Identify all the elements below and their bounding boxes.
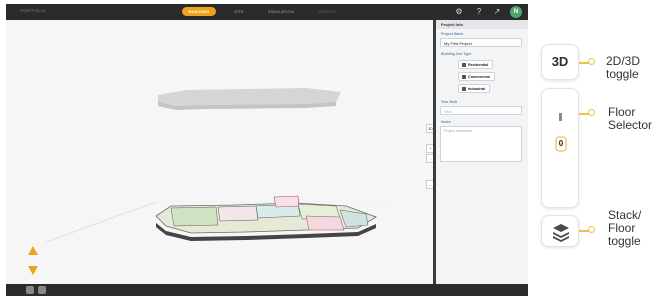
app-window: PORTFOLIO BUILDING SITE SIMULATION REPOR…	[6, 4, 528, 296]
ground-guide-line	[45, 201, 157, 243]
type-label: Industrial	[468, 87, 486, 91]
share-icon[interactable]: ↗	[492, 7, 502, 17]
type-commercial-button[interactable]: Commercial	[458, 72, 495, 81]
tab-building[interactable]: BUILDING	[182, 7, 216, 16]
year-built-input[interactable]: Year	[440, 106, 522, 115]
floor-up-icon[interactable]	[28, 246, 38, 255]
type-residential-button[interactable]: Residential	[458, 60, 494, 69]
floor-selector-annotation: Floor Selector	[608, 106, 652, 132]
annotation-line: toggle	[608, 234, 641, 248]
type-label: Commercial	[468, 75, 490, 79]
floor-tick	[559, 113, 562, 121]
3d-viewport[interactable]	[6, 20, 433, 284]
type-label: Residential	[468, 63, 489, 67]
room	[217, 205, 259, 222]
floor-selector-value: 0	[558, 139, 564, 148]
toggle-3d-card[interactable]: 3D	[541, 44, 579, 80]
shop-icon	[462, 74, 466, 79]
toggle-3d-annotation: 2D/3D toggle	[606, 55, 640, 81]
room	[273, 195, 300, 208]
tab-simulation[interactable]: SIMULATION	[262, 7, 300, 16]
stack-icon	[553, 224, 569, 242]
grid-icon[interactable]	[38, 286, 46, 294]
bottom-bar	[6, 284, 528, 296]
floor-selector-graphic	[555, 113, 567, 152]
project-menu[interactable]: PORTFOLIO	[20, 8, 46, 13]
upper-floor-slab	[158, 88, 341, 106]
type-industrial-button[interactable]: Industrial	[458, 84, 491, 93]
room	[170, 206, 219, 227]
project-name-input[interactable]: My First Project	[440, 38, 522, 47]
project-info-panel: Project Info Project Name My First Proje…	[436, 20, 528, 284]
top-bar: PORTFOLIO BUILDING SITE SIMULATION REPOR…	[6, 4, 528, 20]
notes-label: Notes	[441, 120, 451, 124]
callout-dot	[588, 109, 595, 116]
factory-icon	[462, 86, 466, 91]
annotation-line: toggle	[606, 67, 639, 81]
room	[305, 215, 345, 231]
settings-icon[interactable]: ⚙	[454, 7, 464, 17]
tab-report[interactable]: REPORT	[312, 7, 342, 16]
annotation-line: Selector	[608, 118, 653, 132]
avatar[interactable]: N	[510, 6, 522, 18]
building-type-label: Building Use Type	[441, 52, 472, 56]
floor-selector-card[interactable]: 0	[541, 88, 579, 208]
stack-annotation: Stack/ Floor toggle	[608, 209, 641, 248]
year-built-label: Year Built	[441, 100, 458, 104]
building-model	[45, 88, 386, 243]
house-icon	[462, 62, 466, 67]
help-icon[interactable]: ?	[474, 7, 484, 17]
stack-toggle-card[interactable]	[541, 215, 579, 247]
panel-title: Project Info	[436, 20, 528, 29]
tab-site[interactable]: SITE	[228, 7, 250, 16]
layers-icon[interactable]	[26, 286, 34, 294]
floor-down-icon[interactable]	[28, 266, 38, 275]
callout-dot	[588, 226, 595, 233]
project-name-label: Project Name	[441, 32, 464, 36]
notes-textarea[interactable]: Project comments	[440, 126, 522, 162]
callout-dot	[588, 58, 595, 65]
